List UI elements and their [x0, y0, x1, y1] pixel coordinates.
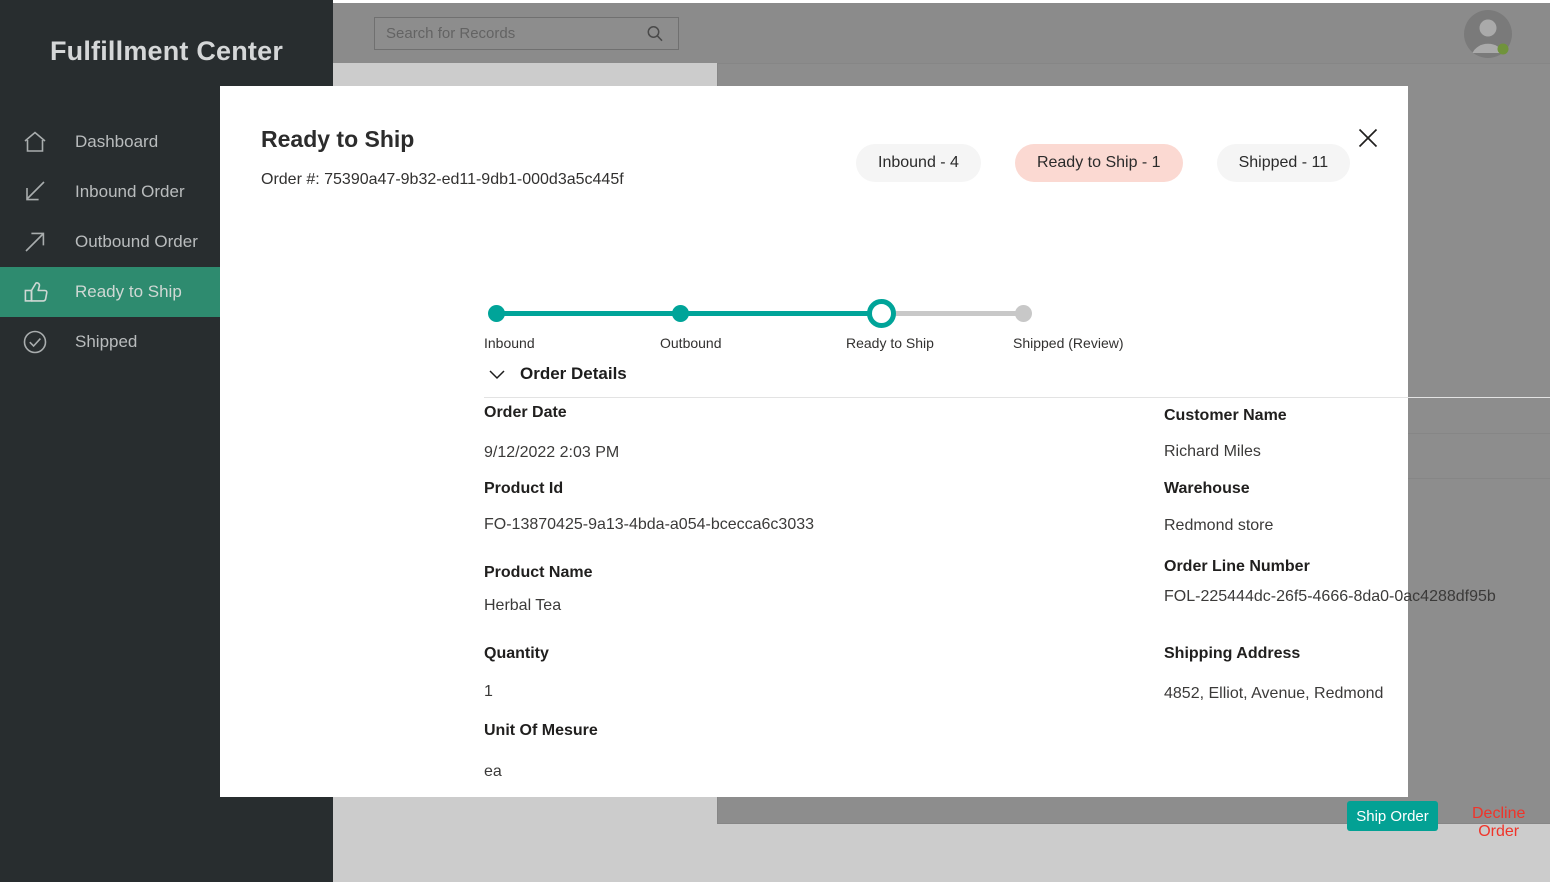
- field-value-customer-name: Richard Miles: [1164, 443, 1550, 461]
- sidebar-item-label: Ready to Ship: [75, 282, 182, 302]
- order-progress-stepper: Inbound Outbound Ready to Ship Shipped (…: [484, 298, 1040, 358]
- order-details-left-column: Order Date 9/12/2022 2:03 PM Product Id …: [484, 404, 1104, 781]
- app-brand-title: Fulfillment Center: [0, 36, 333, 67]
- pill-inbound[interactable]: Inbound - 4: [856, 144, 981, 182]
- top-bar: [333, 3, 1550, 63]
- stepper-label-ready-to-ship: Ready to Ship: [846, 335, 934, 351]
- decline-order-button[interactable]: Decline Order: [1472, 805, 1525, 841]
- field-label-unit-of-measure: Unit Of Mesure: [484, 722, 1104, 740]
- stepper-track-filled: [496, 311, 886, 316]
- modal-title: Ready to Ship: [261, 126, 414, 153]
- field-label-order-date: Order Date: [484, 404, 1104, 422]
- sidebar-item-label: Inbound Order: [75, 182, 185, 202]
- close-button[interactable]: [1349, 119, 1387, 157]
- field-value-order-date: 9/12/2022 2:03 PM: [484, 444, 1104, 462]
- stepper-label-inbound: Inbound: [484, 335, 535, 351]
- pill-shipped[interactable]: Shipped - 11: [1217, 144, 1351, 182]
- check-circle-icon: [22, 327, 60, 357]
- field-label-product-id: Product Id: [484, 480, 1104, 498]
- stepper-dot-inbound[interactable]: [488, 305, 505, 322]
- app-root: Fulfillment Center Dashboard: [0, 0, 1550, 882]
- field-value-quantity: 1: [484, 683, 1104, 701]
- field-value-order-line-number: FOL-225444dc-26f5-4666-8da0-0ac4288df95b: [1164, 588, 1550, 606]
- stepper-dot-shipped[interactable]: [1015, 305, 1032, 322]
- section-divider: [484, 397, 1550, 398]
- sidebar-item-label: Outbound Order: [75, 232, 198, 252]
- order-details-toggle[interactable]: Order Details: [484, 363, 627, 385]
- thumbs-up-icon: [22, 277, 60, 307]
- status-pill-group: Inbound - 4 Ready to Ship - 1 Shipped - …: [856, 144, 1350, 182]
- field-label-quantity: Quantity: [484, 645, 1104, 663]
- order-detail-modal: Ready to Ship Order #: 75390a47-9b32-ed1…: [220, 86, 1408, 797]
- field-value-warehouse: Redmond store: [1164, 517, 1550, 535]
- field-value-unit-of-measure: ea: [484, 763, 1104, 781]
- avatar[interactable]: [1462, 8, 1514, 60]
- order-details-right-column: Customer Name Richard Miles Warehouse Re…: [1164, 407, 1550, 703]
- stepper-label-shipped: Shipped (Review): [1013, 335, 1124, 351]
- field-label-customer-name: Customer Name: [1164, 407, 1550, 425]
- search-icon[interactable]: [637, 18, 673, 49]
- chevron-down-icon: [484, 363, 510, 385]
- sidebar-item-label: Dashboard: [75, 132, 158, 152]
- field-label-product-name: Product Name: [484, 564, 1104, 582]
- field-value-product-id: FO-13870425-9a13-4bda-a054-bcecca6c3033: [484, 516, 1104, 534]
- stepper-dot-ready-to-ship[interactable]: [867, 299, 896, 328]
- pill-ready-to-ship[interactable]: Ready to Ship - 1: [1015, 144, 1183, 182]
- sidebar-item-label: Shipped: [75, 332, 137, 352]
- search-box[interactable]: [374, 17, 679, 50]
- stepper-label-outbound: Outbound: [660, 335, 722, 351]
- field-label-order-line-number: Order Line Number: [1164, 558, 1550, 576]
- ship-order-button[interactable]: Ship Order: [1347, 801, 1438, 831]
- field-value-product-name: Herbal Tea: [484, 597, 1104, 615]
- close-icon: [1357, 127, 1379, 149]
- field-label-warehouse: Warehouse: [1164, 480, 1550, 498]
- search-input[interactable]: [375, 25, 637, 42]
- order-number: Order #: 75390a47-9b32-ed11-9db1-000d3a5…: [261, 171, 624, 189]
- arrow-in-icon: [22, 177, 60, 207]
- arrow-out-icon: [22, 227, 60, 257]
- stepper-dot-outbound[interactable]: [672, 305, 689, 322]
- field-value-shipping-address: 4852, Elliot, Avenue, Redmond: [1164, 685, 1550, 703]
- home-icon: [22, 127, 60, 157]
- order-details-title: Order Details: [520, 364, 627, 384]
- field-label-shipping-address: Shipping Address: [1164, 645, 1550, 663]
